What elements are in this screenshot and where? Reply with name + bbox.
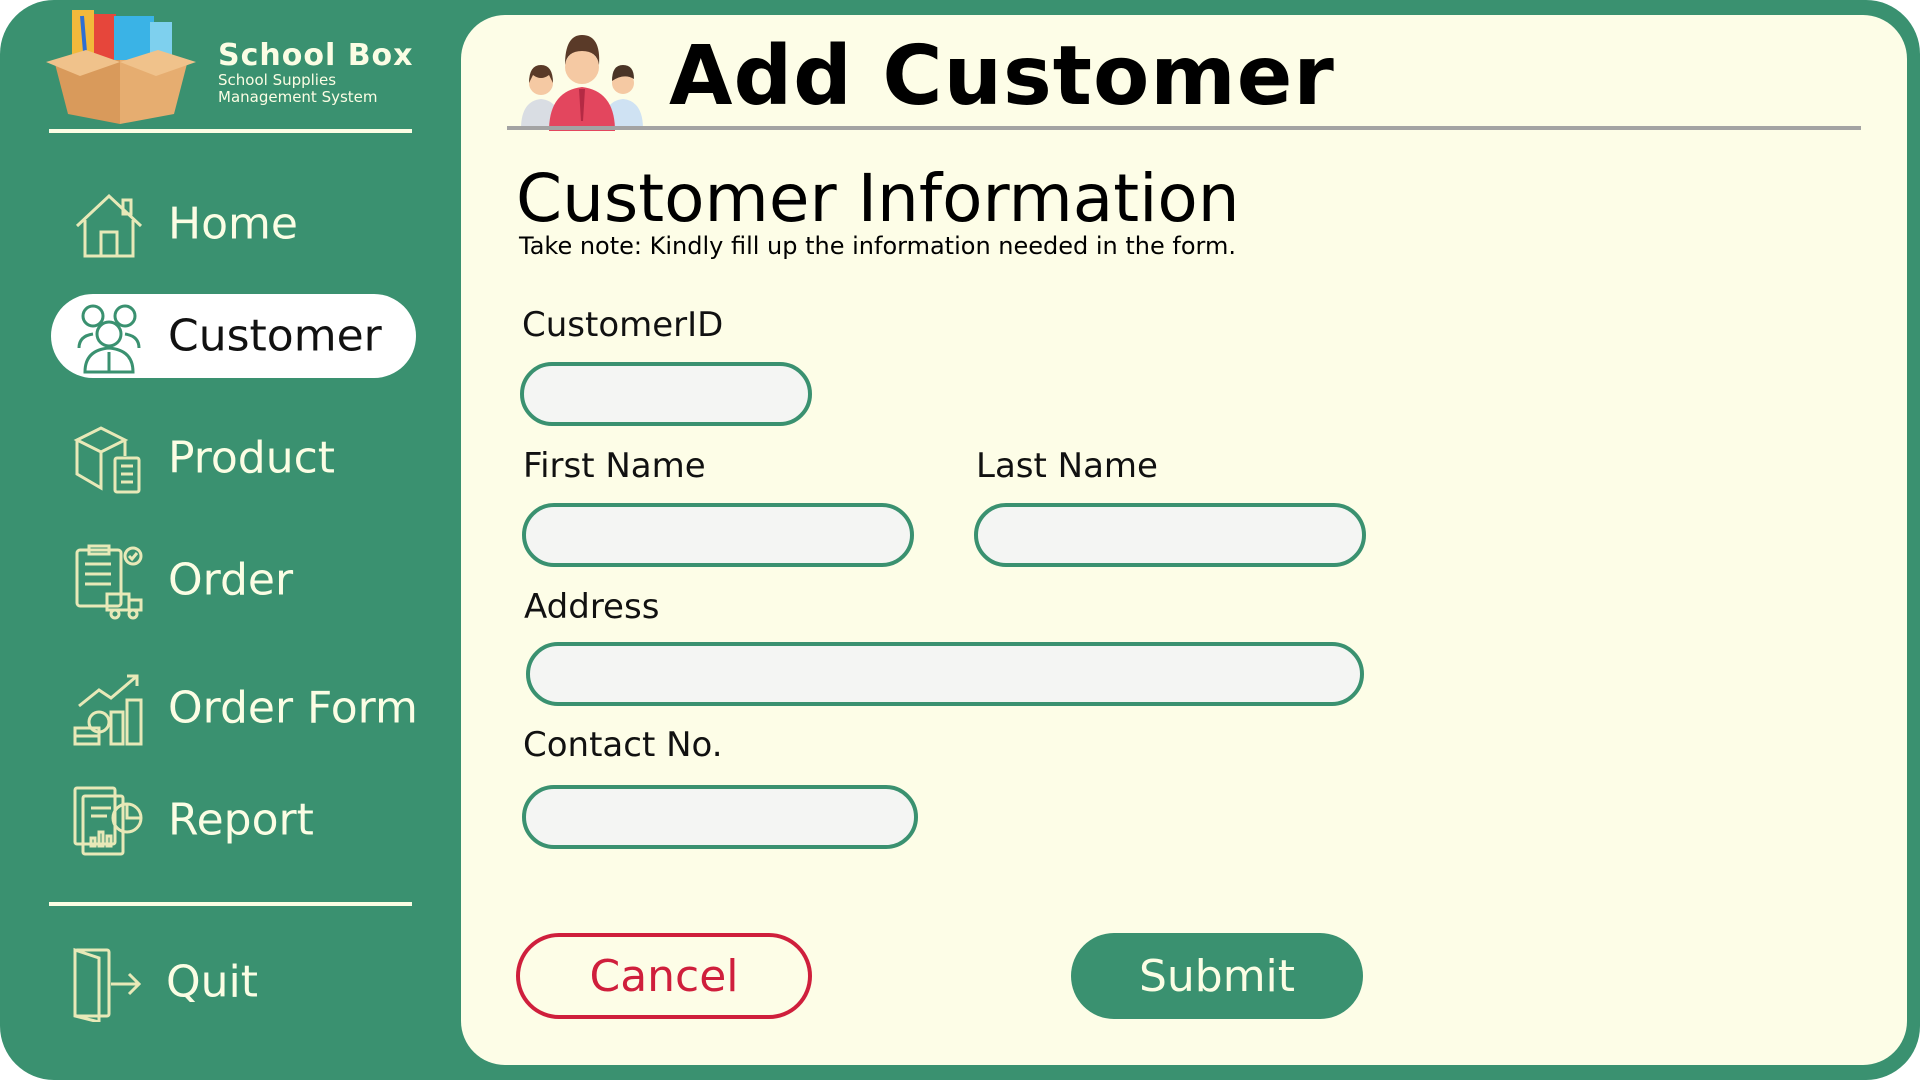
school-supplies-box-icon xyxy=(46,10,196,124)
sidebar-item-label: Order Form xyxy=(168,682,418,734)
sidebar-item-label: Report xyxy=(168,794,314,846)
address-input[interactable] xyxy=(526,642,1364,706)
sidebar-item-label: Customer xyxy=(168,310,382,362)
brand-title: School Box xyxy=(218,38,414,73)
sidebar-item-product[interactable]: Product xyxy=(51,416,416,500)
first-name-input[interactable] xyxy=(522,503,914,567)
submit-button[interactable]: Submit xyxy=(1071,933,1363,1019)
customers-icon xyxy=(77,304,141,374)
header-divider xyxy=(507,126,1861,130)
sidebar-item-report[interactable]: Report xyxy=(51,778,416,862)
sidebar-divider-bottom xyxy=(49,902,412,906)
app-window: School Box School Supplies Management Sy… xyxy=(0,0,1920,1080)
brand-subtitle-line1: School Supplies xyxy=(218,71,337,89)
address-label: Address xyxy=(524,587,660,627)
customer-id-input[interactable] xyxy=(520,362,812,426)
quit-button[interactable]: Quit xyxy=(51,940,416,1024)
order-form-chart-icon xyxy=(73,674,143,746)
sidebar-item-home[interactable]: Home xyxy=(51,182,416,266)
customer-group-icon xyxy=(521,35,643,131)
cancel-button[interactable]: Cancel xyxy=(516,933,812,1019)
contact-no-input[interactable] xyxy=(522,785,918,849)
last-name-input[interactable] xyxy=(974,503,1366,567)
section-note: Take note: Kindly fill up the informatio… xyxy=(519,232,1236,260)
page-title: Add Customer xyxy=(669,29,1335,124)
sidebar-item-label: Order xyxy=(168,554,294,606)
last-name-label: Last Name xyxy=(976,446,1158,486)
main-panel: Add Customer Customer Information Take n… xyxy=(461,15,1907,1065)
brand-subtitle: School Supplies Management System xyxy=(218,72,418,106)
sidebar-item-customer[interactable]: Customer xyxy=(51,294,416,378)
quit-label: Quit xyxy=(166,956,258,1008)
customer-id-label: CustomerID xyxy=(522,305,724,345)
home-icon xyxy=(75,193,143,258)
product-box-icon xyxy=(73,426,141,494)
sidebar-item-label: Product xyxy=(168,432,336,484)
section-title: Customer Information xyxy=(516,160,1240,237)
brand-subtitle-line2: Management System xyxy=(218,88,378,106)
order-clipboard-icon xyxy=(75,544,143,620)
contact-no-label: Contact No. xyxy=(523,725,723,765)
exit-door-icon xyxy=(73,947,142,1022)
sidebar-item-order-form[interactable]: Order Form xyxy=(51,666,418,750)
brand: School Box School Supplies Management Sy… xyxy=(46,6,426,128)
first-name-label: First Name xyxy=(523,446,706,486)
report-icon xyxy=(73,786,143,856)
sidebar-item-order[interactable]: Order xyxy=(51,538,416,622)
sidebar-item-label: Home xyxy=(168,198,298,250)
sidebar-divider-top xyxy=(49,129,412,133)
